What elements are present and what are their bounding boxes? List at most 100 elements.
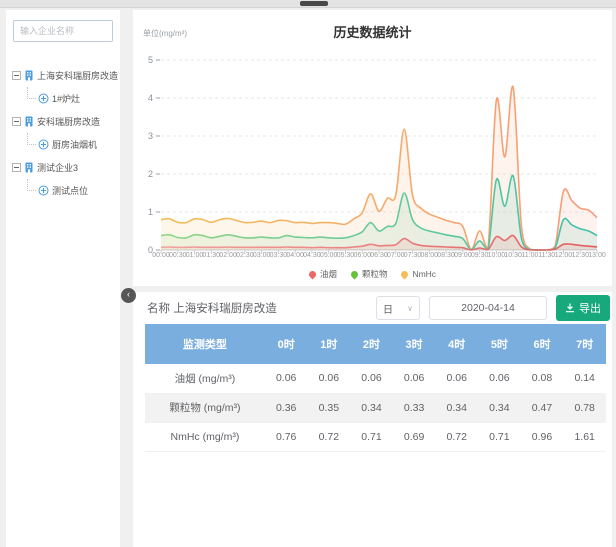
x-axis-tick-label: 10:30 <box>504 252 522 259</box>
monitor-point-icon <box>38 139 49 150</box>
y-axis-tick-label: 1 <box>148 207 153 217</box>
y-axis-tick-label: 3 <box>148 131 153 141</box>
legend-label: NmHc <box>412 269 436 279</box>
table-header-cell: 2时 <box>350 324 393 364</box>
x-axis-tick-label: 04:00 <box>286 252 304 259</box>
x-axis-tick-label: 03:30 <box>270 252 288 259</box>
value-cell: 0.08 <box>521 364 564 393</box>
x-axis-tick-label: 12:00 <box>555 252 573 259</box>
period-select-value: 日 <box>383 301 393 316</box>
tree-collapse-box[interactable] <box>12 163 21 172</box>
value-cell: 0.71 <box>350 422 393 451</box>
x-axis-tick-label: 03:00 <box>253 252 271 259</box>
value-cell: 0.72 <box>308 422 351 451</box>
x-axis-tick-label: 11:00 <box>521 252 538 259</box>
value-cell: 0.35 <box>308 393 351 422</box>
top-bar <box>0 0 616 8</box>
table-header-cell: 4时 <box>435 324 478 364</box>
value-cell: 0.06 <box>265 364 308 393</box>
x-axis-tick-label: 00:00 <box>152 252 170 259</box>
value-cell: 0.36 <box>265 393 308 422</box>
legend-item-颗粒物[interactable]: 颗粒物 <box>351 268 388 280</box>
sidebar: 上海安科瑞厨房改造 1#炉灶安科瑞厨房改造厨房油烟机测试企业3 测试点位 <box>6 10 120 547</box>
tree-node-point[interactable]: 测试点位 <box>24 179 116 202</box>
legend-label: 颗粒物 <box>362 268 388 280</box>
x-axis-tick-label: 05:00 <box>320 252 338 259</box>
chart-title: 历史数据统计 <box>133 22 612 41</box>
download-icon <box>565 303 575 313</box>
x-axis-tick-label: 09:00 <box>454 252 472 259</box>
value-cell: 0.71 <box>478 422 521 451</box>
legend-label: 油烟 <box>320 268 337 280</box>
sidebar-collapse-toggle[interactable]: ‹ <box>121 288 136 303</box>
export-label: 导出 <box>579 300 601 316</box>
y-axis-tick-label: 4 <box>148 93 153 103</box>
row-label-cell: 油烟 (mg/m³) <box>145 364 265 393</box>
x-axis-tick-label: 07:00 <box>387 252 405 259</box>
table-header-cell: 7时 <box>563 324 606 364</box>
chart-card: 单位(mg/m³) 历史数据统计 012345 00:0000:3001:000… <box>133 10 612 286</box>
tree-collapse-box[interactable] <box>12 117 21 126</box>
tree-node-label: 厨房油烟机 <box>52 138 97 151</box>
monitor-point-icon <box>38 93 49 104</box>
tree-node-point[interactable]: 厨房油烟机 <box>24 133 116 156</box>
legend-item-NmHc[interactable]: NmHc <box>401 269 436 279</box>
x-axis-tick-label: 12:30 <box>571 252 589 259</box>
x-axis-tick-label: 05:30 <box>337 252 355 259</box>
x-axis-tick-label: 11:30 <box>538 252 555 259</box>
value-cell: 0.34 <box>478 393 521 422</box>
company-search-input[interactable] <box>13 20 113 42</box>
date-input[interactable] <box>429 296 547 320</box>
tree-node-company[interactable]: 上海安科瑞厨房改造 <box>12 64 116 87</box>
tree-node-label: 安科瑞厨房改造 <box>37 115 100 128</box>
x-axis-tick-label: 07:30 <box>404 252 422 259</box>
value-cell: 0.47 <box>521 393 564 422</box>
row-label-cell: 颗粒物 (mg/m³) <box>145 393 265 422</box>
tree-collapse-box[interactable] <box>12 71 21 80</box>
value-cell: 0.06 <box>308 364 351 393</box>
value-cell: 1.61 <box>563 422 606 451</box>
value-cell: 0.72 <box>435 422 478 451</box>
value-cell: 0.06 <box>350 364 393 393</box>
value-cell: 0.76 <box>265 422 308 451</box>
table-row: NmHc (mg/m³)0.760.720.710.690.720.710.96… <box>145 422 606 451</box>
company-icon <box>24 162 34 173</box>
tree-node-point[interactable]: 1#炉灶 <box>24 87 116 110</box>
tree-node-label: 上海安科瑞厨房改造 <box>37 69 118 82</box>
history-line-chart: 012345 <box>141 50 604 262</box>
x-axis-tick-label: 02:00 <box>219 252 237 259</box>
x-axis-tick-label: 10:00 <box>488 252 506 259</box>
x-axis-tick-label: 06:30 <box>370 252 388 259</box>
tree-node-company[interactable]: 安科瑞厨房改造 <box>12 110 116 133</box>
tree-node-label: 1#炉灶 <box>52 92 80 105</box>
company-tree: 上海安科瑞厨房改造 1#炉灶安科瑞厨房改造厨房油烟机测试企业3 测试点位 <box>6 42 120 202</box>
y-axis-tick-label: 2 <box>148 169 153 179</box>
period-select[interactable]: 日 ∨ <box>376 296 420 320</box>
y-axis-tick-label: 5 <box>148 55 153 65</box>
x-axis-tick-label: 00:30 <box>169 252 187 259</box>
value-cell: 0.14 <box>563 364 606 393</box>
value-cell: 0.06 <box>435 364 478 393</box>
x-axis-tick-label: 04:30 <box>303 252 321 259</box>
x-axis-tick-label: 02:30 <box>236 252 254 259</box>
legend-pin-icon <box>400 269 410 279</box>
x-axis-tick-label: 06:00 <box>353 252 371 259</box>
x-axis-tick-label: 09:30 <box>471 252 489 259</box>
chevron-down-icon: ∨ <box>407 304 413 313</box>
table-header-cell: 5时 <box>478 324 521 364</box>
tree-node-company[interactable]: 测试企业3 <box>12 156 116 179</box>
value-cell: 0.34 <box>435 393 478 422</box>
query-controls: 日 ∨ 导出 <box>376 295 610 321</box>
table-header-cell: 监测类型 <box>145 324 265 364</box>
table-header-row: 监测类型0时1时2时3时4时5时6时7时 <box>145 324 606 364</box>
top-bar-indicator <box>300 1 328 6</box>
series-area-NmHc <box>161 86 597 250</box>
legend-item-油烟[interactable]: 油烟 <box>309 268 337 280</box>
tree-node-label: 测试点位 <box>52 184 88 197</box>
legend-pin-icon <box>307 269 317 279</box>
selected-company-name: 名称 上海安科瑞厨房改造 <box>147 300 376 316</box>
monitor-point-icon <box>38 185 49 196</box>
value-cell: 0.34 <box>350 393 393 422</box>
tree-node-label: 测试企业3 <box>37 161 78 174</box>
export-button[interactable]: 导出 <box>556 295 610 321</box>
